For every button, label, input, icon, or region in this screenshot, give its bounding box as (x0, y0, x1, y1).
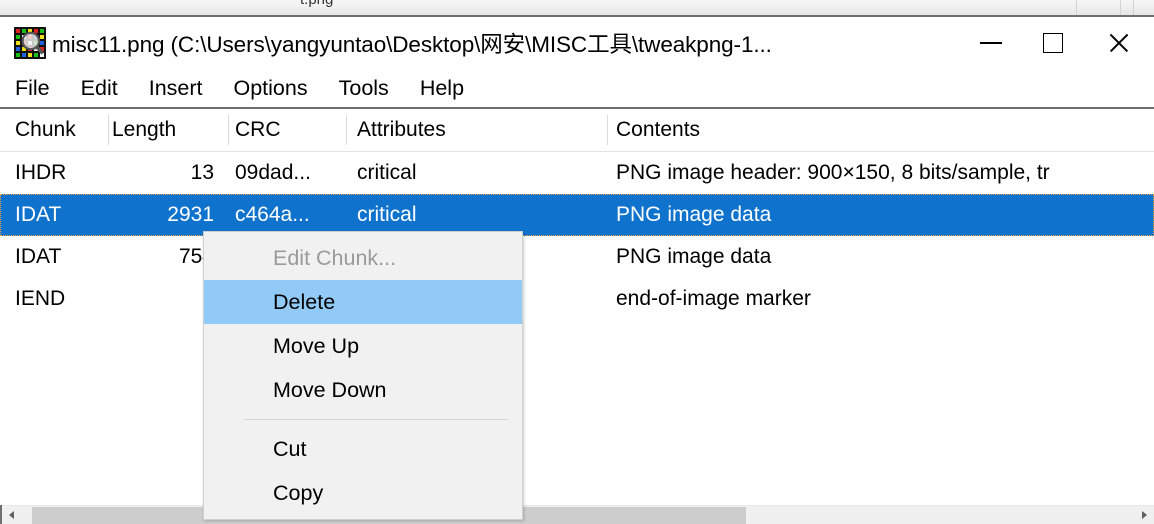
cell-length: 2931 (167, 203, 214, 226)
cell-contents: PNG image header: 900×150, 8 bits/sample… (616, 161, 1050, 184)
minimize-button[interactable] (960, 17, 1022, 69)
minimize-icon (980, 42, 1002, 44)
background-window-divider-3 (1133, 0, 1134, 15)
chunk-list-body: IHDR 13 09dad... critical PNG image head… (0, 152, 1154, 320)
cell-crc: c464a... (235, 203, 310, 226)
column-divider-4[interactable] (607, 115, 608, 145)
cell-attributes: critical (357, 203, 417, 226)
chunk-list: Chunk Length CRC Attributes Contents IHD… (0, 109, 1154, 505)
maximize-button[interactable] (1022, 17, 1084, 69)
chunk-list-header: Chunk Length CRC Attributes Contents (0, 109, 1154, 152)
cell-chunk: IEND (15, 287, 66, 310)
scroll-left-button[interactable] (2, 506, 21, 524)
window-title: misc11.png (C:\Users\yangyuntao\Desktop\… (52, 32, 772, 57)
context-menu-item-move-up[interactable]: Move Up (204, 324, 522, 368)
menu-item-tools[interactable]: Tools (339, 76, 389, 101)
menu-item-options[interactable]: Options (234, 76, 308, 101)
column-header-crc[interactable]: CRC (235, 109, 340, 151)
menu-item-insert[interactable]: Insert (149, 76, 203, 101)
column-divider-2[interactable] (228, 115, 229, 145)
png-chunk-app-icon (14, 27, 46, 59)
window-controls (960, 17, 1154, 69)
menu-bar: File Edit Insert Options Tools Help (0, 69, 1154, 109)
cell-contents: PNG image data (616, 203, 772, 226)
context-menu-item-copy[interactable]: Copy (204, 471, 522, 515)
cell-contents: PNG image data (616, 245, 772, 268)
context-menu-item-cut[interactable]: Cut (204, 427, 522, 471)
context-menu-item-delete[interactable]: Delete (204, 280, 522, 324)
cell-contents: end-of-image marker (616, 287, 811, 310)
column-header-attributes[interactable]: Attributes (357, 109, 597, 151)
column-header-length[interactable]: Length (112, 109, 214, 151)
tweakpng-window: misc11.png (C:\Users\yangyuntao\Desktop\… (0, 15, 1154, 524)
screen: t.png (0, 0, 1154, 524)
cell-chunk: IDAT (15, 203, 62, 226)
cell-length: 13 (190, 161, 214, 184)
close-button[interactable] (1084, 17, 1154, 69)
column-divider-1[interactable] (108, 115, 109, 145)
menu-item-edit[interactable]: Edit (81, 76, 118, 101)
background-window[interactable]: t.png (0, 0, 1154, 15)
horizontal-scrollbar[interactable] (2, 505, 1154, 524)
cell-attributes: critical (357, 161, 417, 184)
table-row[interactable]: IHDR 13 09dad... critical PNG image head… (0, 152, 1154, 194)
triangle-left-icon (9, 511, 14, 519)
column-divider-3[interactable] (346, 115, 347, 145)
column-header-chunk[interactable]: Chunk (15, 109, 105, 151)
table-row[interactable]: IDAT 754 PNG image data (0, 236, 1154, 278)
cell-chunk: IDAT (15, 245, 62, 268)
maximize-icon (1043, 33, 1063, 53)
menu-item-file[interactable]: File (15, 76, 50, 101)
triangle-right-icon (1142, 511, 1147, 519)
cell-length: 754 (178, 245, 214, 268)
close-icon (1107, 31, 1131, 55)
background-window-divider-1 (1076, 0, 1077, 15)
table-row[interactable]: IEND end-of-image marker (0, 278, 1154, 320)
context-menu-item-edit-chunk: Edit Chunk... (273, 245, 397, 270)
context-menu: Edit Chunk... Delete Move Up Move Down C… (203, 231, 523, 520)
scroll-right-button[interactable] (1135, 506, 1154, 524)
cell-length (112, 278, 214, 320)
context-menu-separator (244, 419, 508, 420)
cell-chunk: IHDR (15, 161, 67, 184)
menu-item-help[interactable]: Help (420, 76, 464, 101)
cell-crc: 09dad... (235, 161, 311, 184)
table-row[interactable]: IDAT 2931 c464a... critical PNG image da… (0, 194, 1154, 236)
background-window-divider-2 (1120, 0, 1121, 15)
title-bar[interactable]: misc11.png (C:\Users\yangyuntao\Desktop\… (0, 17, 1154, 69)
column-header-contents[interactable]: Contents (616, 109, 1154, 151)
background-window-title: t.png (300, 0, 333, 8)
context-menu-item-move-down[interactable]: Move Down (204, 368, 522, 412)
